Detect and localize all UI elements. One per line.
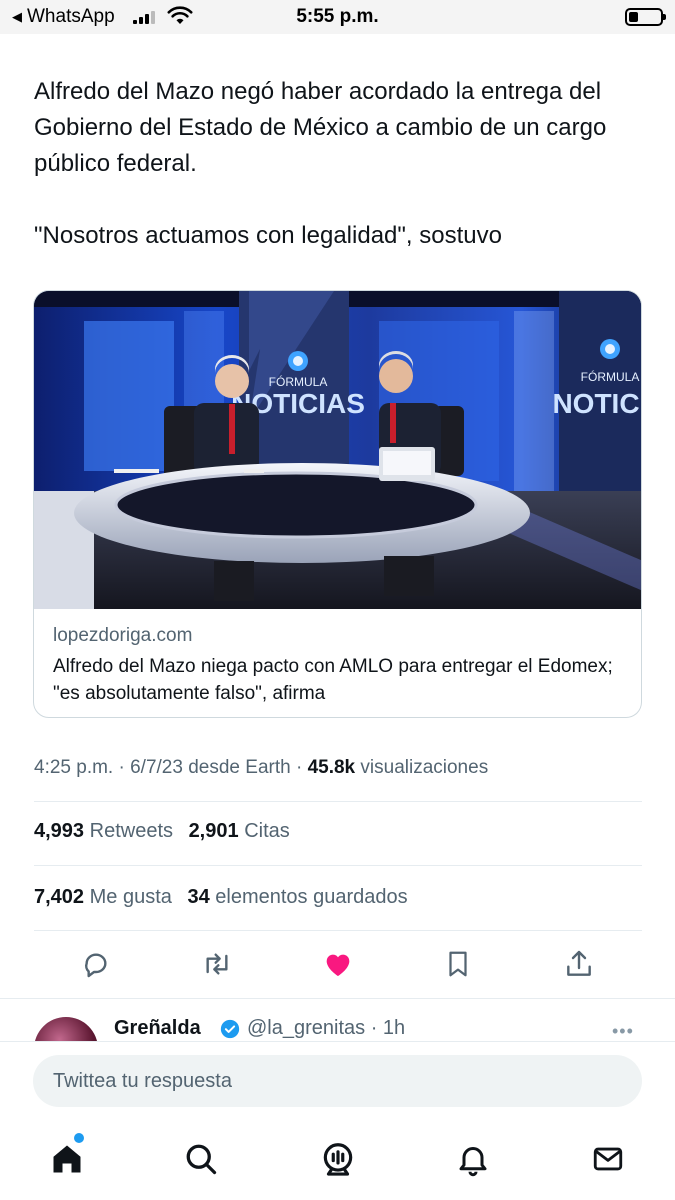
retweet-icon — [206, 953, 228, 975]
handle-text[interactable]: @la_grenitas — [247, 1017, 365, 1039]
views-label: visualizaciones — [360, 757, 489, 778]
reply-tweet[interactable]: Greñalda @la_grenitas · 1h ••• — [0, 998, 675, 1043]
reply-button[interactable] — [78, 946, 114, 982]
divider — [34, 801, 642, 802]
reply-time: · 1h — [370, 1017, 406, 1039]
clock: 5:55 p.m. — [296, 6, 379, 27]
quotes-count: 2,901 — [188, 820, 239, 842]
tweet-paragraph: Alfredo del Mazo negó haber acordado la … — [34, 78, 607, 177]
share-button[interactable] — [561, 946, 597, 982]
bookmarks-link[interactable]: 34 elementos guardados — [187, 886, 407, 908]
likes-stats-row: 7,402 Me gusta 34 elementos guardados — [34, 886, 408, 909]
card-title: Alfredo del Mazo niega pacto con AMLO pa… — [53, 656, 613, 704]
verified-badge-icon — [220, 1019, 240, 1039]
reply-icon — [85, 953, 107, 978]
meta-separator: · — [118, 757, 125, 778]
card-domain: lopezdoriga.com — [53, 625, 193, 646]
tweet-source: desde Earth — [188, 757, 291, 778]
tweet-metadata: 4:25 p.m. · 6/7/23 desde Earth · 45.8k v… — [34, 757, 488, 779]
logo-brand: NOTICIA — [552, 388, 642, 419]
nav-spaces[interactable] — [318, 1139, 358, 1179]
views-count: 45.8k — [307, 757, 356, 778]
bottom-navigation — [0, 1139, 675, 1181]
reply-input[interactable] — [33, 1055, 642, 1107]
nav-notifications[interactable] — [453, 1139, 493, 1179]
likes-count: 7,402 — [34, 886, 85, 908]
bookmarks-count: 34 — [187, 886, 210, 908]
bookmarks-label: elementos guardados — [215, 886, 408, 908]
likes-link[interactable]: 7,402 Me gusta — [34, 886, 172, 908]
tweet-time: 4:25 p.m. — [34, 757, 114, 778]
tweet-action-bar — [0, 946, 675, 982]
battery-icon — [625, 8, 666, 26]
link-preview-card[interactable]: FÓRMULA NOTICIAS FÓRMULA NOTICIA lopezdo… — [33, 290, 642, 718]
search-icon — [186, 1144, 217, 1175]
like-button[interactable] — [320, 946, 356, 982]
reply-author-name[interactable]: Greñalda — [114, 1017, 201, 1040]
retweet-stats-row: 4,993 Retweets 2,901 Citas — [34, 820, 290, 843]
home-icon — [53, 1145, 81, 1173]
meta-separator: · — [295, 757, 303, 778]
quotes-link[interactable]: 2,901 Citas — [189, 820, 290, 842]
messages-icon — [593, 1147, 623, 1171]
nav-home[interactable] — [47, 1139, 87, 1179]
avatar[interactable] — [34, 1017, 98, 1043]
news-studio-photo[interactable]: FÓRMULA NOTICIAS FÓRMULA NOTICIA — [34, 291, 642, 609]
like-icon — [326, 954, 350, 976]
logo-text: FÓRMULA — [581, 369, 640, 384]
nav-messages[interactable] — [588, 1139, 628, 1179]
retweet-button[interactable] — [199, 946, 235, 982]
share-icon — [567, 950, 591, 976]
quotes-label: Citas — [244, 820, 290, 842]
logo-text: FÓRMULA — [269, 374, 328, 389]
divider — [34, 865, 642, 866]
bookmark-button[interactable] — [440, 946, 476, 982]
retweets-count: 4,993 — [34, 820, 85, 842]
nav-search[interactable] — [181, 1139, 221, 1179]
more-options-icon[interactable]: ••• — [612, 1021, 634, 1042]
spaces-icon — [323, 1143, 353, 1176]
retweets-label: Retweets — [89, 820, 173, 842]
bookmark-icon — [449, 951, 467, 977]
retweets-link[interactable]: 4,993 Retweets — [34, 820, 173, 842]
tweet-date: 6/7/23 — [130, 757, 183, 778]
likes-label: Me gusta — [89, 886, 172, 908]
divider — [34, 930, 642, 931]
unread-indicator-dot — [74, 1133, 84, 1143]
reply-author-handle: @la_grenitas · 1h — [247, 1017, 405, 1040]
tweet-text: Alfredo del Mazo negó haber acordado la … — [34, 74, 644, 254]
notifications-icon — [459, 1147, 487, 1177]
tweet-paragraph: "Nosotros actuamos con legalidad", sostu… — [34, 222, 502, 249]
status-bar: ◀ WhatsApp 5:55 p.m. — [0, 0, 675, 34]
